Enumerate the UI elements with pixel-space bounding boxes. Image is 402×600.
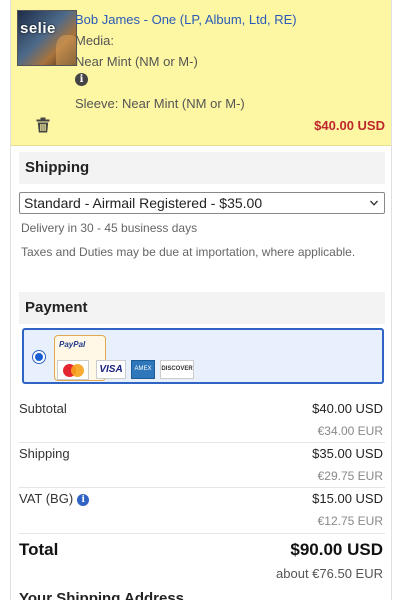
divider bbox=[19, 533, 385, 534]
divider bbox=[19, 442, 385, 443]
taxes-note: Taxes and Duties may be due at importati… bbox=[21, 245, 356, 259]
shipping-heading: Shipping bbox=[19, 152, 385, 184]
shipping-cost-label: Shipping bbox=[19, 446, 70, 461]
divider bbox=[19, 487, 385, 488]
cover-art-figure bbox=[56, 35, 76, 65]
total-usd: $90.00 USD bbox=[290, 540, 383, 559]
vat-label-text: VAT (BG) bbox=[19, 491, 74, 506]
shipping-selected-option: Standard - Airmail Registered - $35.00 bbox=[24, 195, 263, 211]
item-title-link[interactable]: Bob James - One (LP, Album, Ltd, RE) bbox=[75, 12, 297, 27]
album-cover[interactable]: selie bbox=[17, 10, 77, 66]
shipping-address-heading: Your Shipping Address bbox=[19, 590, 185, 600]
total-eur: about €76.50 EUR bbox=[276, 566, 383, 581]
chevron-down-icon bbox=[370, 200, 378, 206]
subtotal-eur: €34.00 EUR bbox=[317, 424, 383, 438]
cover-text: selie bbox=[20, 20, 56, 37]
amex-logo: AMEX bbox=[131, 360, 155, 379]
sleeve-condition: Sleeve: Near Mint (NM or M-) bbox=[75, 96, 245, 111]
info-icon[interactable]: i bbox=[75, 73, 88, 86]
paypal-text: PayPal bbox=[59, 340, 86, 349]
delivery-time: Delivery in 30 - 45 business days bbox=[21, 221, 198, 235]
subtotal-label: Subtotal bbox=[19, 401, 67, 416]
vat-info-icon[interactable]: i bbox=[77, 494, 90, 506]
shipping-cost-usd: $35.00 USD bbox=[312, 446, 383, 461]
payment-method-option[interactable]: PayPal VISA AMEX DISCOVER bbox=[22, 328, 384, 384]
visa-logo: VISA bbox=[96, 360, 126, 379]
vat-label: VAT (BG) i bbox=[19, 491, 90, 506]
item-price: $40.00 USD bbox=[314, 118, 385, 133]
amex-logo-text: AMEX bbox=[134, 366, 152, 372]
vat-eur: €12.75 EUR bbox=[317, 514, 383, 528]
checkout-page: selie Bob James - One (LP, Album, Ltd, R… bbox=[10, 0, 392, 600]
media-label: Media: bbox=[75, 33, 115, 48]
mastercard-circle-yellow bbox=[71, 364, 84, 377]
payment-radio[interactable] bbox=[32, 350, 46, 364]
shipping-cost-eur: €29.75 EUR bbox=[317, 469, 383, 483]
payment-heading: Payment bbox=[19, 292, 385, 324]
shipping-method-select[interactable]: Standard - Airmail Registered - $35.00 bbox=[19, 192, 385, 214]
vat-usd: $15.00 USD bbox=[312, 491, 383, 506]
mastercard-logo bbox=[57, 360, 89, 380]
trash-icon[interactable] bbox=[36, 117, 50, 133]
total-label: Total bbox=[19, 540, 59, 559]
cart-item: selie Bob James - One (LP, Album, Ltd, R… bbox=[11, 0, 391, 146]
radio-selected-dot bbox=[35, 353, 43, 361]
discover-logo: DISCOVER bbox=[160, 360, 194, 379]
media-condition: Near Mint (NM or M-) bbox=[75, 54, 198, 69]
subtotal-usd: $40.00 USD bbox=[312, 401, 383, 416]
